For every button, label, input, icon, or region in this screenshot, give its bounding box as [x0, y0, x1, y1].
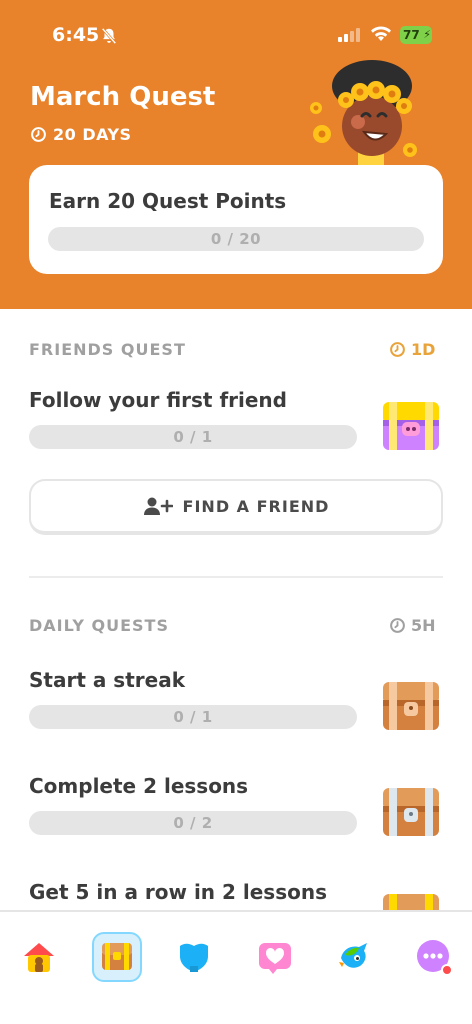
page-title: March Quest [30, 82, 216, 112]
daily-quest-label: Start a streak [29, 668, 185, 692]
monthly-quest-title: Earn 20 Quest Points [49, 189, 287, 213]
friends-quest-timer: 1D [389, 340, 435, 359]
find-a-friend-label: FIND A FRIEND [182, 496, 330, 516]
battery-indicator: 77 ⚡ [400, 26, 432, 44]
monthly-quest-progress-text: 0 / 20 [210, 230, 262, 248]
daily-quest-progress-bar: 0 / 1 [29, 705, 357, 729]
bell-muted-icon [101, 27, 117, 45]
daily-quests-timer: 5H [389, 616, 436, 635]
section-divider [29, 576, 443, 578]
daily-quests-timer-label: 5H [411, 616, 436, 635]
nav-home[interactable] [14, 932, 64, 982]
quest-header: 6:45 77 ⚡ March Quest 20 DAYS Earn 20 Qu… [0, 0, 472, 309]
friends-quest-timer-label: 1D [411, 340, 436, 359]
nav-quests[interactable] [92, 932, 142, 982]
purple-chest-icon[interactable] [379, 398, 443, 454]
daily-quest-progress-text: 0 / 1 [173, 708, 213, 726]
friends-quest-label: Follow your first friend [29, 388, 287, 412]
more-icon [417, 940, 453, 976]
charging-bolt-icon: ⚡ [423, 28, 431, 41]
bronze-chest-icon[interactable] [379, 678, 443, 734]
add-person-icon [143, 497, 173, 515]
friends-quest-progress-text: 0 / 1 [173, 428, 213, 446]
clock-icon [390, 342, 405, 357]
friends-quest-progress-bar: 0 / 1 [29, 425, 357, 449]
shield-league-icon [180, 943, 208, 972]
wifi-icon [371, 26, 391, 41]
bottom-navigation [0, 910, 472, 1024]
monthly-quest-card: Earn 20 Quest Points 0 / 20 [29, 165, 443, 274]
status-time: 6:45 [52, 24, 100, 46]
heart-practice-icon [259, 943, 291, 974]
daily-quest-progress-text: 0 / 2 [173, 814, 213, 832]
nav-more[interactable] [409, 932, 459, 982]
clock-icon [31, 127, 46, 142]
nav-leagues[interactable] [169, 932, 219, 982]
find-a-friend-button[interactable]: FIND A FRIEND [29, 479, 443, 535]
cellular-signal-icon [338, 28, 360, 42]
battery-level: 77 [403, 28, 420, 42]
friends-quest-section-title: FRIENDS QUEST [29, 340, 186, 359]
clock-icon [390, 618, 405, 633]
status-bar: 6:45 77 ⚡ [0, 0, 472, 60]
days-remaining: 20 DAYS [30, 125, 132, 144]
silver-chest-icon[interactable] [379, 784, 443, 840]
bird-icon [339, 943, 367, 968]
daily-quest-progress-bar: 0 / 2 [29, 811, 357, 835]
daily-quest-label: Complete 2 lessons [29, 774, 249, 798]
character-illustration [310, 60, 417, 168]
daily-quest-label: Get 5 in a row in 2 lessons [29, 880, 327, 904]
monthly-quest-progress-bar: 0 / 20 [48, 227, 424, 251]
nav-characters[interactable] [329, 932, 379, 982]
home-icon [24, 943, 54, 972]
daily-quests-section-title: DAILY QUESTS [29, 616, 169, 635]
nav-practice[interactable] [250, 932, 300, 982]
days-label: 20 DAYS [53, 125, 132, 144]
quests-chest-icon [102, 943, 132, 970]
